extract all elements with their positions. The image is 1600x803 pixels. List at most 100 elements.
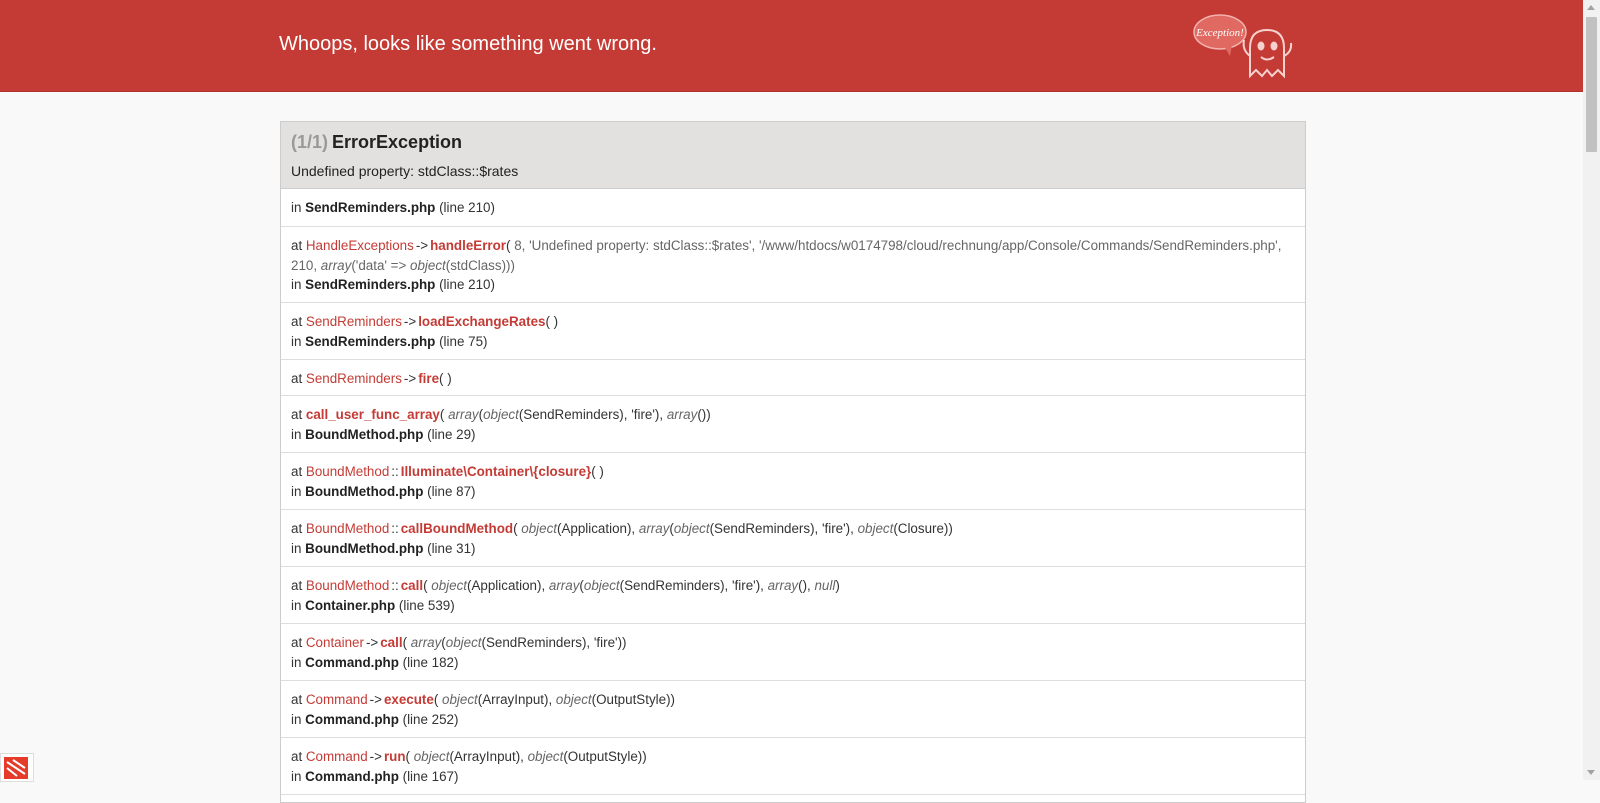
frame-function: run — [383, 749, 406, 764]
frame-separator: -> — [365, 635, 379, 650]
frame-in-label: in — [291, 483, 306, 499]
error-header: Whoops, looks like something went wrong.… — [0, 0, 1583, 92]
frame-separator: :: — [391, 464, 399, 479]
exception-title: (1/1) ErrorException — [291, 132, 462, 153]
frame-line: (line 210) — [435, 277, 495, 292]
frame-file: Command.php — [305, 654, 399, 670]
frame-separator: -> — [403, 314, 417, 329]
frame-location: in Command.php (line 252) — [291, 710, 1295, 730]
frame-location: in BoundMethod.php (line 87) — [291, 482, 1295, 502]
frame-at-label: at — [291, 464, 306, 479]
frame-class: SendReminders — [305, 371, 402, 386]
stack-frame: at Command -> execute( object(ArrayInput),… — [281, 681, 1305, 738]
frame-location: in SendReminders.php (line 210) — [291, 198, 1295, 218]
frame-class: Command — [305, 749, 368, 764]
frame-line: (line 29) — [423, 426, 476, 442]
frame-call: at Container -> call( array(object(SendRem… — [291, 633, 1295, 653]
stack-frame: at BoundMethod:: call( object(Application… — [281, 567, 1305, 624]
frame-line: (line 167) — [398, 768, 459, 784]
exception-count: (1/1) — [291, 132, 329, 152]
ghost-mascot-icon: Exception! — [1193, 14, 1293, 79]
exception-name: ErrorException — [332, 132, 463, 152]
frame-args: ( object(ArrayInput), object(OutputStyle… — [405, 749, 647, 764]
exception-message: Undefined property: stdClass::$rates — [291, 163, 519, 179]
frame-separator: -> — [415, 238, 429, 253]
frame-in-label: in — [291, 426, 306, 442]
frame-call: at call_user_func_array( array(object(Se… — [291, 405, 1295, 425]
frame-line: (line 252) — [398, 711, 459, 727]
frame-function: handleError — [430, 238, 507, 253]
frame-at-label: at — [291, 635, 306, 650]
frame-in-label: in — [291, 768, 306, 784]
frame-at-label: at — [291, 371, 306, 386]
debug-toolbar-badge[interactable] — [0, 753, 34, 782]
frame-function: execute — [383, 692, 434, 707]
scroll-up-arrow-icon[interactable] — [1587, 5, 1595, 10]
frame-function: call_user_func_array — [305, 407, 440, 422]
exception-panel: (1/1) ErrorException Undefined property: … — [280, 121, 1306, 803]
frame-call: at BoundMethod:: Illuminate\Container\{cl… — [291, 462, 1295, 482]
frame-function: callBoundMethod — [400, 521, 514, 536]
stack-frame: at SendReminders -> fire( ) — [281, 360, 1305, 396]
frame-class: BoundMethod — [305, 578, 390, 593]
frame-class: SendReminders — [305, 314, 402, 329]
frame-line: (line 75) — [435, 333, 488, 349]
frame-separator: :: — [391, 521, 399, 536]
frame-file: Container.php — [305, 597, 396, 613]
stack-frame: at Command -> run( object(ArrayInput), obj… — [281, 738, 1305, 795]
frame-class: BoundMethod — [305, 521, 390, 536]
frame-function: loadExchangeRates — [418, 314, 546, 329]
debugbar-logo-icon[interactable] — [1, 754, 33, 781]
frame-file: Command.php — [305, 711, 399, 727]
frame-location: in Container.php (line 539) — [291, 596, 1295, 616]
frame-line: (line 182) — [398, 654, 459, 670]
frame-class: HandleExceptions — [305, 238, 414, 253]
frame-file: BoundMethod.php — [305, 426, 424, 442]
frame-at-label: at — [291, 238, 306, 253]
mascot-bubble-text: Exception! — [1195, 27, 1244, 39]
frame-location: in Command.php (line 167) — [291, 767, 1295, 787]
stack-frame: at SendReminders -> loadExchangeRates( ) in… — [281, 303, 1305, 360]
frame-call: at SendReminders -> loadExchangeRates( ) — [291, 312, 1295, 332]
frame-location: in Command.php (line 182) — [291, 653, 1295, 673]
frame-function: call — [400, 578, 424, 593]
frame-in-label: in — [291, 540, 306, 556]
frame-in-label: in — [291, 654, 306, 670]
frame-call: at SendReminders -> fire( ) — [291, 369, 1295, 389]
scrollbar-thumb[interactable] — [1586, 17, 1597, 152]
frame-line: (line 539) — [395, 597, 455, 613]
frame-function: fire — [418, 371, 440, 386]
frame-at-label: at — [291, 749, 306, 764]
frame-function: Illuminate\Container\{closure} — [400, 464, 592, 479]
stack-frame: at call_user_func_array( array(object(Se… — [281, 396, 1305, 453]
frame-file: SendReminders.php — [305, 333, 436, 349]
frame-args: ( ) — [545, 314, 559, 329]
frame-at-label: at — [291, 314, 306, 329]
frame-class: Command — [305, 692, 368, 707]
frame-line: (line 87) — [423, 483, 476, 499]
frame-file: BoundMethod.php — [305, 483, 424, 499]
frame-file: BoundMethod.php — [305, 540, 424, 556]
scroll-down-arrow-icon[interactable] — [1587, 770, 1595, 775]
frame-call: at BoundMethod:: callBoundMethod( object(… — [291, 519, 1295, 539]
frame-at-label: at — [291, 521, 306, 536]
frame-separator: -> — [369, 692, 382, 707]
frame-separator: -> — [403, 371, 417, 386]
frame-class: Container — [305, 635, 364, 650]
frame-at-label: at — [291, 692, 306, 707]
frame-separator: -> — [369, 749, 382, 764]
page-title: Whoops, looks like something went wrong. — [279, 33, 657, 55]
frame-class: BoundMethod — [305, 464, 390, 479]
stack-trace: in SendReminders.php (line 210) at Handle… — [281, 189, 1305, 795]
stack-frame: at HandleExceptions -> handleError( 8, 'Un… — [281, 227, 1305, 303]
frame-args: ( array(object(SendReminders), 'fire'), … — [439, 407, 711, 422]
frame-in-label: in — [291, 333, 306, 349]
stack-frame: at BoundMethod:: Illuminate\Container\{cl… — [281, 453, 1305, 510]
frame-file: SendReminders.php — [305, 277, 436, 292]
vertical-scrollbar[interactable] — [1583, 0, 1600, 780]
frame-args: ( object(ArrayInput), object(OutputStyle… — [433, 692, 675, 707]
frame-location: in SendReminders.php (line 210) — [291, 275, 1295, 295]
frame-args: ( ) — [591, 464, 604, 479]
frame-in-label: in — [291, 200, 306, 215]
frame-function: call — [380, 635, 403, 650]
